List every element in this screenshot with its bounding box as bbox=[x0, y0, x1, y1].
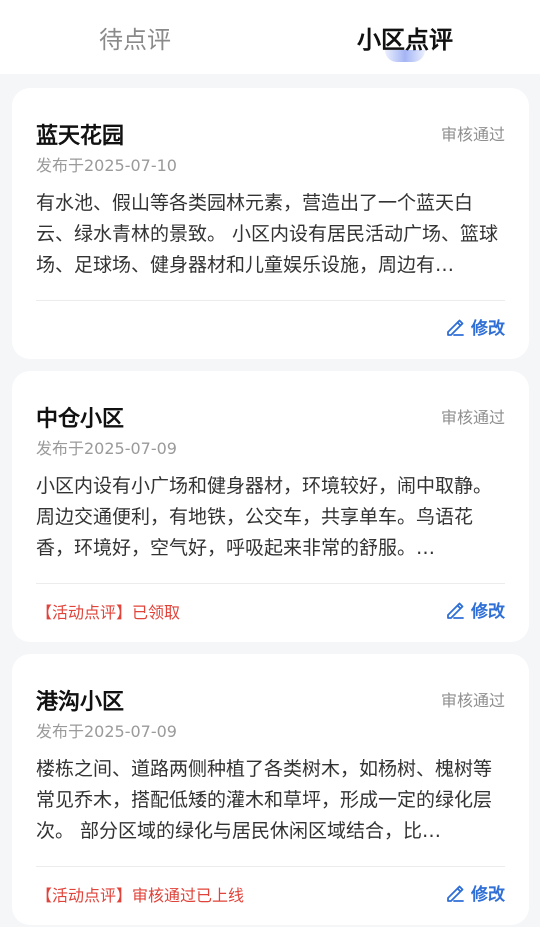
edit-icon bbox=[447, 319, 464, 336]
publish-date: 发布于2025-07-09 bbox=[36, 439, 177, 458]
card-divider bbox=[36, 866, 505, 867]
card-header: 中仓小区 审核通过 bbox=[36, 401, 505, 432]
review-status: 审核通过 bbox=[440, 125, 505, 144]
activity-tag: 【活动点评】审核通过已上线 bbox=[36, 886, 245, 905]
card-header: 蓝天花园 审核通过 bbox=[36, 118, 505, 149]
active-tab-indicator bbox=[385, 50, 425, 62]
community-name: 中仓小区 bbox=[36, 407, 125, 432]
review-list: 蓝天花园 审核通过 发布于2025-07-10 有水池、假山等各类园林元素，营造… bbox=[12, 88, 529, 927]
edit-button[interactable]: 修改 bbox=[445, 314, 505, 339]
review-content: 有水池、假山等各类园林元素，营造出了一个蓝天白云、绿水青林的景致。 小区内设有居… bbox=[36, 192, 499, 276]
review-card[interactable]: 蓝天花园 审核通过 发布于2025-07-10 有水池、假山等各类园林元素，营造… bbox=[12, 88, 529, 359]
edit-label: 修改 bbox=[471, 602, 505, 622]
review-card[interactable]: 中仓小区 审核通过 发布于2025-07-09 小区内设有小广场和健身器材，环境… bbox=[12, 371, 529, 642]
edit-icon bbox=[447, 602, 464, 619]
tab-pending-review[interactable]: 待点评 bbox=[0, 0, 270, 74]
card-divider bbox=[36, 300, 505, 301]
tab-bar: 待点评 小区点评 bbox=[0, 0, 540, 74]
community-name: 港沟小区 bbox=[36, 690, 125, 715]
review-content: 小区内设有小广场和健身器材，环境较好，闹中取静。周边交通便利，有地铁，公交车，共… bbox=[36, 475, 493, 559]
publish-date: 发布于2025-07-09 bbox=[36, 722, 177, 741]
card-footer: 【活动点评】已领取 修改 bbox=[36, 597, 505, 627]
tab-community-review[interactable]: 小区点评 bbox=[270, 0, 540, 74]
edit-button[interactable]: 修改 bbox=[445, 597, 505, 622]
edit-button[interactable]: 修改 bbox=[445, 880, 505, 905]
edit-label: 修改 bbox=[471, 885, 505, 905]
card-header: 港沟小区 审核通过 bbox=[36, 684, 505, 715]
card-divider bbox=[36, 583, 505, 584]
review-card[interactable]: 港沟小区 审核通过 发布于2025-07-09 楼栋之间、道路两侧种植了各类树木… bbox=[12, 654, 529, 925]
review-status: 审核通过 bbox=[440, 691, 505, 710]
edit-icon bbox=[447, 885, 464, 902]
review-content: 楼栋之间、道路两侧种植了各类树木，如杨树、槐树等常见乔木，搭配低矮的灌木和草坪，… bbox=[36, 758, 493, 842]
review-status: 审核通过 bbox=[440, 408, 505, 427]
card-footer: 修改 bbox=[36, 314, 505, 344]
community-name: 蓝天花园 bbox=[36, 124, 125, 149]
edit-label: 修改 bbox=[471, 319, 505, 339]
card-footer: 【活动点评】审核通过已上线 修改 bbox=[36, 880, 505, 910]
tab-label: 待点评 bbox=[99, 25, 171, 54]
activity-tag: 【活动点评】已领取 bbox=[36, 603, 181, 622]
publish-date: 发布于2025-07-10 bbox=[36, 156, 177, 175]
